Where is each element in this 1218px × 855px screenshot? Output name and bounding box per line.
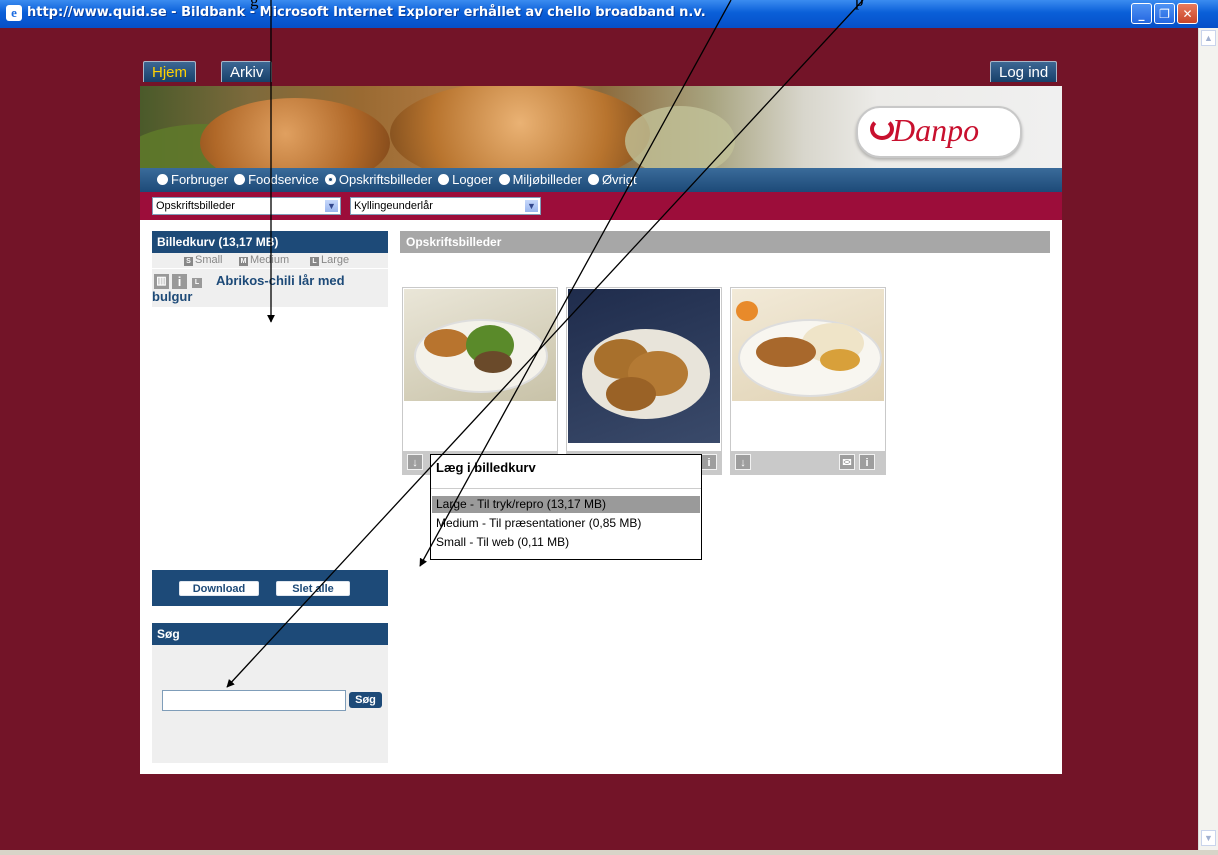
category-nav: Forbruger Foodservice Opskriftsbilleder Log…: [140, 168, 1062, 192]
delete-all-button[interactable]: Slet alle: [276, 581, 350, 596]
search-panel: Søg: [152, 645, 388, 763]
banner-chicken-left: [200, 98, 390, 168]
size-large-label: Large: [321, 254, 350, 266]
nav-radio-4[interactable]: Miljøbilleder: [498, 172, 582, 187]
basket-header: Billedkurv (13,17 MB): [152, 231, 388, 253]
nav-radio-label: Miljøbilleder: [512, 172, 582, 187]
food-shape: [756, 337, 816, 367]
size-large: L Large: [310, 253, 349, 268]
category-select-value: Opskriftsbilleder: [156, 200, 235, 212]
nav-radio-label: Foodservice: [248, 172, 319, 187]
danpo-heart-icon: [870, 118, 894, 140]
ie-page-icon: e: [6, 5, 22, 21]
search-button[interactable]: Søg: [349, 692, 382, 708]
popup-title: Læg i billedkurv: [436, 460, 536, 475]
gallery-thumbnail[interactable]: ↓ ✉ i: [730, 287, 886, 475]
banner-chicken-right: [390, 86, 650, 168]
food-shape: [606, 377, 656, 411]
food-shape: [424, 329, 469, 357]
thumbnail-actions: ↓ ✉ i: [731, 451, 885, 474]
apricot-shape: [820, 349, 860, 371]
filter-bar: Opskriftsbilleder ▼ Kyllingeunderlår ▼: [140, 192, 1062, 220]
bulgur-shape: [474, 351, 512, 373]
tab-hjem[interactable]: Hjem: [143, 61, 197, 82]
basket-actions: Download Slet alle: [152, 570, 388, 606]
subcategory-select-value: Kyllingeunderlår: [354, 200, 433, 212]
info-icon[interactable]: i: [701, 454, 717, 470]
minimize-button[interactable]: _: [1131, 3, 1152, 24]
gallery-header: Opskriftsbilleder: [400, 231, 1050, 253]
nav-radio-label: Opskriftsbilleder: [338, 172, 433, 187]
radio-icon[interactable]: [234, 174, 246, 185]
radio-icon[interactable]: [587, 174, 599, 185]
add-to-basket-icon[interactable]: ↓: [735, 454, 751, 470]
info-icon[interactable]: i: [859, 454, 875, 470]
recipe-photo[interactable]: [732, 289, 884, 401]
vertical-scrollbar[interactable]: ▲ ▼: [1198, 28, 1218, 850]
add-to-basket-icon[interactable]: ↓: [407, 454, 423, 470]
tab-arkiv[interactable]: Arkiv: [221, 61, 273, 82]
popup-divider: [431, 488, 701, 489]
size-medium: M Medium: [239, 253, 289, 268]
radio-icon[interactable]: [438, 174, 450, 185]
radio-icon[interactable]: [157, 174, 168, 185]
gallery-thumbnail[interactable]: i: [566, 287, 722, 475]
window-bottom-edge: [0, 850, 1218, 855]
search-header: Søg: [152, 623, 388, 645]
category-select[interactable]: Opskriftsbilleder ▼: [152, 197, 341, 215]
nav-radio-label: Øvrigt: [601, 172, 637, 187]
window-title: http://www.quid.se - Bildbank - Microsof…: [27, 5, 706, 20]
email-icon[interactable]: ✉: [839, 454, 855, 470]
radio-icon[interactable]: [498, 174, 510, 185]
subcategory-select[interactable]: Kyllingeunderlår ▼: [350, 197, 541, 215]
nav-radio-0[interactable]: Forbruger: [157, 172, 228, 187]
restore-button[interactable]: ❐: [1154, 3, 1175, 24]
category-radio-list: Forbruger Foodservice Opskriftsbilleder Log…: [157, 172, 643, 187]
close-button[interactable]: ✕: [1177, 3, 1198, 24]
scroll-up-icon[interactable]: ▲: [1201, 30, 1216, 46]
search-input[interactable]: [162, 690, 346, 711]
popup-option-medium[interactable]: Medium - Til præsentationer (0,85 MB): [432, 515, 700, 532]
size-legend: S Small M Medium L Large: [152, 253, 388, 268]
size-small-label: Small: [195, 254, 223, 266]
size-medium-label: Medium: [250, 254, 290, 266]
basket-item-title[interactable]: Abrikos-chili lår med bulgur: [152, 273, 382, 305]
gallery-thumbnail[interactable]: ↓: [402, 287, 558, 475]
radio-selected-icon[interactable]: [324, 174, 336, 185]
add-to-basket-popup: Læg i billedkurv Large - Til tryk/repro …: [430, 454, 702, 560]
window-titlebar: e http://www.quid.se - Bildbank - Micros…: [0, 0, 1218, 28]
nav-radio-5[interactable]: Øvrigt: [587, 172, 637, 187]
banner-plate: [625, 106, 735, 168]
header-banner-image: Danpo: [140, 86, 1062, 168]
top-tab-bar: Hjem Arkiv Log ind: [140, 58, 1062, 86]
size-small: S Small: [184, 253, 223, 268]
scroll-down-icon[interactable]: ▼: [1201, 830, 1216, 846]
nav-radio-3[interactable]: Logoer: [438, 172, 493, 187]
nav-radio-2[interactable]: Opskriftsbilleder: [324, 172, 433, 187]
basket-panel: S Small M Medium L Large ▥ i L Abrikos-chil…: [152, 253, 388, 570]
danpo-logo[interactable]: Danpo: [856, 106, 1022, 158]
chevron-down-icon[interactable]: ▼: [524, 199, 539, 213]
popup-option-large[interactable]: Large - Til tryk/repro (13,17 MB): [432, 496, 700, 513]
medium-badge-icon: M: [239, 257, 248, 266]
nav-radio-1[interactable]: Foodservice: [234, 172, 319, 187]
basket-item: ▥ i L Abrikos-chili lår med bulgur: [152, 269, 388, 307]
small-badge-icon: S: [184, 257, 193, 266]
login-tab[interactable]: Log ind: [990, 61, 1058, 82]
large-badge-icon: L: [310, 257, 319, 266]
nav-radio-label: Logoer: [452, 172, 493, 187]
chevron-down-icon[interactable]: ▼: [324, 199, 339, 213]
orange-shape: [736, 301, 758, 321]
download-button[interactable]: Download: [179, 581, 259, 596]
danpo-logo-text: Danpo: [892, 112, 980, 148]
nav-radio-label: Forbruger: [171, 172, 229, 187]
popup-option-small[interactable]: Small - Til web (0,11 MB): [432, 534, 700, 551]
site-container: Hjem Arkiv Log ind Danpo Forbruger Foodse…: [140, 58, 1062, 774]
recipe-photo[interactable]: [568, 289, 720, 443]
recipe-photo[interactable]: [404, 289, 556, 401]
